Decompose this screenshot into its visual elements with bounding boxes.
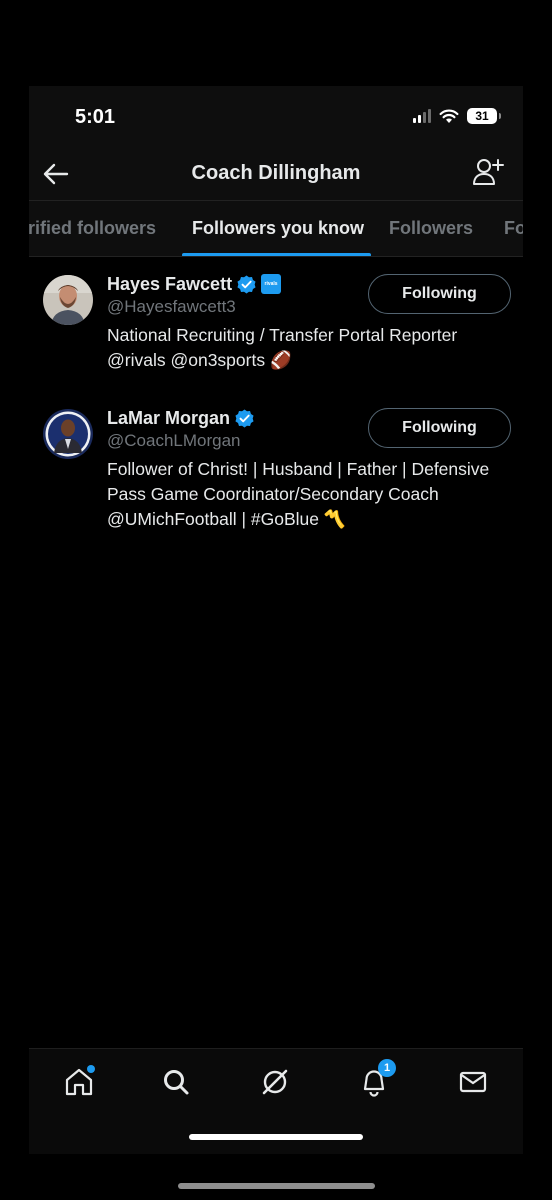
grok-icon [262, 1069, 288, 1095]
home-unread-dot [87, 1065, 95, 1073]
verified-badge-icon [237, 274, 256, 294]
status-icons: 31 [413, 108, 501, 124]
tabs-divider [29, 256, 523, 257]
mail-icon [459, 1071, 487, 1093]
search-icon [164, 1070, 189, 1095]
user-name[interactable]: LaMar Morgan [107, 408, 230, 429]
tab-following[interactable]: Fo [504, 218, 523, 239]
battery-level: 31 [475, 109, 489, 123]
nav-search[interactable] [156, 1065, 196, 1099]
nav-grok[interactable] [255, 1065, 295, 1099]
user-bio: Follower of Christ! | Husband | Father |… [107, 459, 490, 529]
outer-home-indicator [178, 1183, 375, 1189]
add-user-button[interactable] [471, 156, 505, 188]
nav-home[interactable] [59, 1065, 99, 1099]
org-affiliation-badge[interactable]: rivals [261, 274, 282, 294]
wifi-icon [439, 109, 459, 123]
battery-icon: 31 [467, 108, 501, 124]
org-badge-text: rivals [264, 281, 278, 287]
follower-tabs: rified followers Followers you know Foll… [29, 200, 523, 257]
avatar[interactable] [43, 409, 93, 459]
cellular-signal-icon [413, 109, 431, 123]
following-button[interactable]: Following [368, 408, 511, 448]
tab-followers-you-know[interactable]: Followers you know [192, 218, 364, 239]
notification-count-badge: 1 [378, 1059, 396, 1077]
user-name[interactable]: Hayes Fawcett [107, 274, 232, 295]
app-screen: 5:01 31 Coach Dillingham rified follower… [29, 86, 523, 1154]
nav-messages[interactable] [453, 1065, 493, 1099]
page-title: Coach Dillingham [191, 162, 361, 184]
verified-badge-icon [235, 408, 254, 428]
tab-followers[interactable]: Followers [389, 218, 473, 239]
user-bio: National Recruiting / Transfer Portal Re… [107, 325, 458, 370]
following-button[interactable]: Following [368, 274, 511, 314]
add-person-icon [473, 159, 504, 185]
avatar[interactable] [43, 275, 93, 325]
status-time: 5:01 [75, 106, 116, 128]
tab-verified-followers[interactable]: rified followers [29, 218, 156, 239]
nav-notifications[interactable]: 1 [354, 1059, 396, 1099]
home-indicator [189, 1134, 363, 1140]
